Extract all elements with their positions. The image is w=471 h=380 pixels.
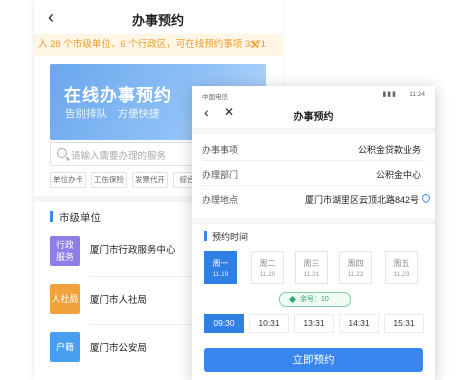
day-date: 11.21 — [303, 271, 320, 278]
section-accent-bar — [50, 211, 53, 222]
row-label: 办理地点 — [202, 195, 239, 205]
banner-subtitle: 告别排队 方便快捷 — [65, 108, 160, 120]
time-slot[interactable]: 10:31 — [249, 314, 289, 333]
section-divider — [192, 128, 435, 134]
search-icon — [57, 148, 67, 158]
remaining-badge: 余号：10 — [279, 292, 351, 307]
notice-bar: 入 28 个市级单位、6 个行政区，可在线预约事项 3371 ✕ — [34, 34, 282, 56]
status-icons: ▮▮▮ — [382, 91, 397, 98]
day-tab[interactable]: 周四 11.22 — [339, 251, 372, 284]
org-icon-text: 行政服务 — [55, 240, 74, 262]
location-icon[interactable] — [420, 192, 432, 204]
org-label[interactable]: 厦门市人社局 — [90, 292, 147, 306]
org-icon: 户籍 — [50, 332, 80, 362]
org-label[interactable]: 厦门市公安局 — [90, 340, 147, 354]
org-icon-text: 户籍 — [55, 342, 74, 352]
back-page-title: 办事预约 — [131, 13, 184, 28]
tag-item[interactable]: 工伤保险 — [91, 172, 127, 188]
ticket-icon — [288, 295, 297, 304]
time-slot[interactable]: 13:31 — [294, 314, 334, 333]
row-value: 公积金贷款业务 — [357, 145, 421, 155]
section-divider — [192, 218, 435, 224]
notice-close-icon[interactable]: ✕ — [250, 34, 260, 56]
row-label: 办理部门 — [202, 170, 239, 180]
row-value: 厦门市湖里区云顶北路842号 — [304, 195, 419, 205]
front-nav-bar: ‹ ✕ 办事预约 — [192, 102, 435, 128]
notice-text: 入 28 个市级单位、6 个行政区，可在线预约事项 3371 — [38, 39, 267, 50]
row-value: 公积金中心 — [375, 170, 421, 180]
row-separator — [202, 185, 425, 186]
day-date: 11.23 — [393, 271, 410, 278]
tag-item[interactable]: 单位办卡 — [50, 172, 86, 188]
day-tab[interactable]: 周三 11.21 — [295, 251, 328, 284]
time-slot[interactable]: 14:31 — [339, 314, 379, 333]
day-name: 周一 — [212, 259, 229, 268]
section-title: 市级单位 — [59, 212, 101, 224]
status-bar: 中国电信 ▮▮▮ 11:24 — [192, 86, 435, 102]
remaining-text: 余号：10 — [300, 296, 329, 303]
back-nav-bar: ‹ 办事预约 — [34, 0, 282, 34]
banner-title: 在线办事预约 — [64, 86, 172, 105]
day-tab[interactable]: 周一 11.19 — [204, 251, 237, 284]
org-icon: 人社局 — [50, 284, 80, 314]
row-separator — [202, 160, 425, 161]
org-label[interactable]: 厦门市行政服务中心 — [90, 242, 176, 256]
time-slot[interactable]: 15:31 — [384, 314, 424, 333]
section-title: 预约时间 — [212, 232, 249, 242]
day-date: 11.20 — [259, 271, 276, 278]
section-accent-bar — [204, 231, 207, 241]
status-carrier: 中国电信 — [202, 94, 228, 101]
day-name: 周四 — [347, 259, 364, 268]
day-date: 11.19 — [212, 271, 229, 278]
org-icon: 行政服务 — [50, 236, 80, 266]
day-name: 周二 — [259, 259, 276, 268]
front-page-title: 办事预约 — [293, 112, 334, 123]
time-slot[interactable]: 09:30 — [204, 314, 244, 333]
day-tab[interactable]: 周五 11.23 — [385, 251, 418, 284]
day-name: 周五 — [393, 259, 410, 268]
status-time: 11:24 — [409, 91, 425, 98]
submit-button[interactable]: 立即预约 — [204, 348, 423, 372]
day-name: 周三 — [303, 259, 320, 268]
row-label: 办事事项 — [202, 145, 239, 155]
search-placeholder: 请输入需要办理的服务 — [71, 151, 167, 162]
tag-item[interactable]: 发票代开 — [132, 172, 168, 188]
org-icon-text: 人社局 — [51, 294, 79, 304]
day-tab[interactable]: 周二 11.20 — [251, 251, 284, 284]
front-phone-screen: 中国电信 ▮▮▮ 11:24 ‹ ✕ 办事预约 办事事项 公积金贷款业务 办理部… — [192, 86, 435, 380]
day-date: 11.22 — [347, 271, 364, 278]
